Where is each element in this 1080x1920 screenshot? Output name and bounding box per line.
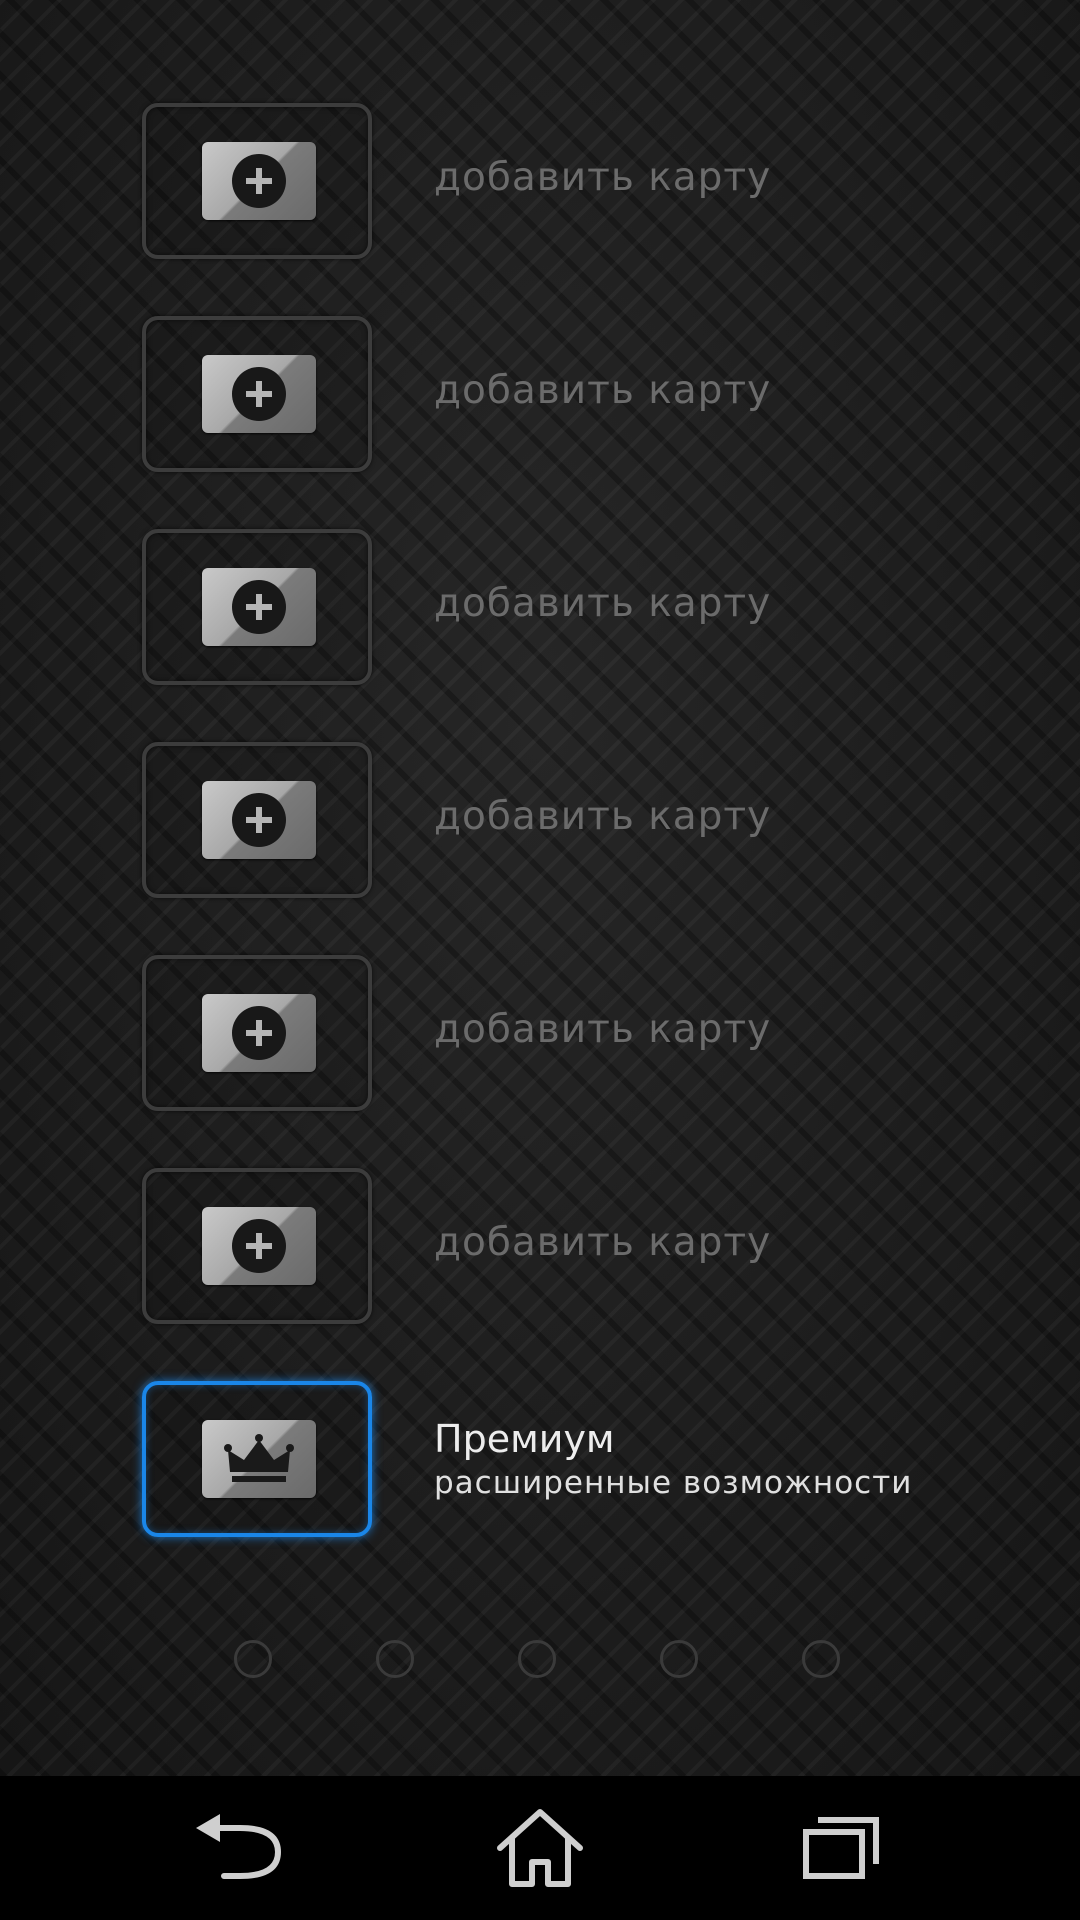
crown-icon bbox=[224, 1434, 294, 1482]
home-button[interactable] bbox=[480, 1806, 600, 1890]
add-card-label: добавить карту bbox=[434, 1007, 772, 1052]
add-card-label: добавить карту bbox=[434, 794, 772, 839]
page-indicator bbox=[234, 1640, 846, 1684]
add-card-label: добавить карту bbox=[434, 368, 772, 413]
card-slot-frame[interactable] bbox=[142, 529, 372, 685]
card-slot-frame[interactable] bbox=[142, 1168, 372, 1324]
recent-apps-button[interactable] bbox=[780, 1806, 900, 1890]
home-icon bbox=[497, 1809, 583, 1887]
card-slot-frame[interactable] bbox=[142, 955, 372, 1111]
back-icon bbox=[196, 1814, 282, 1879]
card-slot-frame[interactable] bbox=[142, 103, 372, 259]
add-card-icon bbox=[202, 781, 316, 859]
diamond-plate-background: добавить карту добавить карту добавить к… bbox=[0, 0, 1080, 1776]
premium-card bbox=[202, 1420, 316, 1498]
add-card-icon bbox=[202, 994, 316, 1072]
card-slot-1[interactable]: добавить карту bbox=[142, 103, 1042, 259]
page-dot-3[interactable] bbox=[518, 1640, 556, 1678]
add-card-label: добавить карту bbox=[434, 155, 772, 200]
card-slot-4[interactable]: добавить карту bbox=[142, 742, 1042, 898]
premium-subtitle: расширенные возможности bbox=[434, 1465, 913, 1501]
recent-apps-icon bbox=[803, 1817, 879, 1879]
navigation-bar bbox=[0, 1776, 1080, 1920]
add-card-icon bbox=[202, 568, 316, 646]
card-slot-5[interactable]: добавить карту bbox=[142, 955, 1042, 1111]
premium-slot-frame[interactable] bbox=[142, 1381, 372, 1537]
back-button[interactable] bbox=[182, 1806, 302, 1890]
premium-title: Премиум bbox=[434, 1417, 615, 1461]
card-slot-2[interactable]: добавить карту bbox=[142, 316, 1042, 472]
page-dot-1[interactable] bbox=[234, 1640, 272, 1678]
card-slot-6[interactable]: добавить карту bbox=[142, 1168, 1042, 1324]
card-slot-3[interactable]: добавить карту bbox=[142, 529, 1042, 685]
card-slot-frame[interactable] bbox=[142, 742, 372, 898]
card-slot-frame[interactable] bbox=[142, 316, 372, 472]
add-card-label: добавить карту bbox=[434, 581, 772, 626]
add-card-icon bbox=[202, 1207, 316, 1285]
page-dot-2[interactable] bbox=[376, 1640, 414, 1678]
page-dot-5[interactable] bbox=[802, 1640, 840, 1678]
add-card-label: добавить карту bbox=[434, 1220, 772, 1265]
premium-item[interactable]: Премиум расширенные возможности bbox=[142, 1381, 1042, 1537]
page-dot-4[interactable] bbox=[660, 1640, 698, 1678]
add-card-icon bbox=[202, 355, 316, 433]
screen: добавить карту добавить карту добавить к… bbox=[0, 0, 1080, 1920]
add-card-icon bbox=[202, 142, 316, 220]
